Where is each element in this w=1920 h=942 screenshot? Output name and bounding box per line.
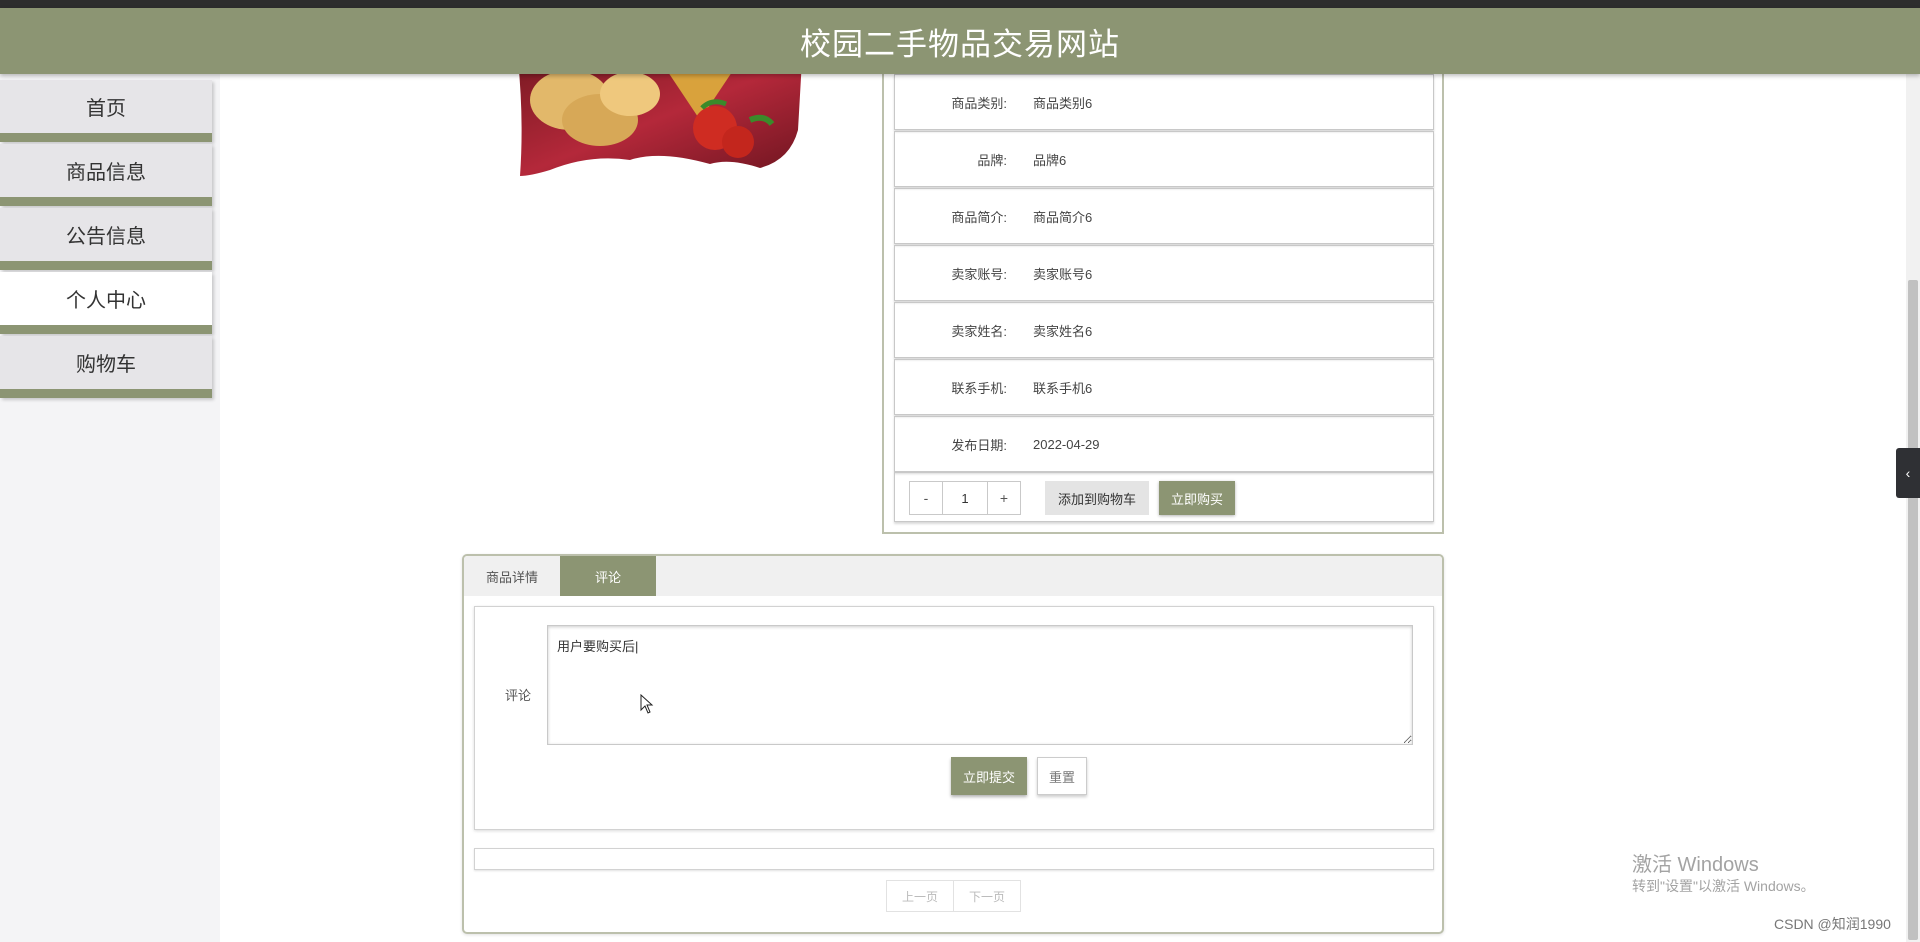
sidebar-item-label: 购物车 (76, 354, 136, 376)
reset-button[interactable]: 重置 (1037, 757, 1087, 795)
info-row-category: 商品类别: 商品类别6 (894, 74, 1434, 130)
sidebar-item-label: 个人中心 (66, 290, 146, 312)
tab-bar: 商品详情 评论 (464, 556, 1442, 596)
quantity-increase-button[interactable]: + (987, 481, 1021, 515)
potato-chips-bag-icon (518, 60, 802, 176)
info-value: 2022-04-29 (1033, 436, 1100, 452)
info-label: 卖家姓名: (951, 323, 1007, 339)
info-value: 卖家账号6 (1033, 266, 1093, 282)
sidebar-item-label: 首页 (86, 98, 126, 120)
info-row-publish-date: 发布日期: 2022-04-29 (894, 416, 1434, 472)
quantity-input[interactable] (943, 481, 987, 515)
side-panel-toggle[interactable]: ‹ (1896, 448, 1920, 498)
product-image (510, 60, 810, 180)
sidebar-item-announcements[interactable]: 公告信息 (0, 208, 212, 270)
sidebar: 首页 商品信息 公告信息 个人中心 购物车 (0, 74, 220, 942)
sidebar-item-home[interactable]: 首页 (0, 80, 212, 142)
submit-comment-button[interactable]: 立即提交 (951, 757, 1027, 795)
info-value: 商品简介6 (1033, 209, 1093, 225)
info-value: 卖家姓名6 (1033, 323, 1093, 339)
comment-textarea[interactable]: 用户要购买后| (547, 625, 1413, 745)
quantity-decrease-button[interactable]: - (909, 481, 943, 515)
info-label: 商品类别: (951, 95, 1007, 111)
info-row-summary: 商品简介: 商品简介6 (894, 188, 1434, 244)
tab-comments[interactable]: 评论 (560, 556, 656, 596)
info-value: 商品类别6 (1033, 95, 1093, 111)
info-label: 商品简介: (951, 209, 1007, 225)
info-row-seller-name: 卖家姓名: 卖家姓名6 (894, 302, 1434, 358)
info-row-seller-account: 卖家账号: 卖家账号6 (894, 245, 1434, 301)
comment-label: 评论 (505, 688, 532, 703)
site-title: 校园二手物品交易网站 (800, 26, 1120, 62)
sidebar-item-label: 商品信息 (66, 162, 146, 184)
info-label: 品牌: (977, 152, 1007, 168)
sidebar-item-cart[interactable]: 购物车 (0, 336, 212, 398)
sidebar-item-label: 公告信息 (66, 226, 146, 248)
prev-page-button[interactable]: 上一页 (886, 880, 954, 912)
next-page-button[interactable]: 下一页 (953, 880, 1021, 912)
top-window-strip (0, 0, 1920, 8)
windows-activation-subtitle: 转到"设置"以激活 Windows。 (1632, 878, 1815, 894)
mouse-cursor-icon (640, 694, 654, 714)
chevron-left-icon: ‹ (1905, 465, 1911, 481)
comment-form: 评论 用户要购买后| 立即提交 重置 (474, 606, 1434, 830)
add-to-cart-button[interactable]: 添加到购物车 (1045, 481, 1149, 515)
info-row-brand: 品牌: 品牌6 (894, 131, 1434, 187)
tab-product-details[interactable]: 商品详情 (464, 556, 560, 596)
scrollbar-thumb[interactable] (1908, 280, 1918, 940)
product-info-panel: 商品类别: 商品类别6 品牌: 品牌6 商品简介: 商品简介6 卖家账号: 卖家… (882, 60, 1444, 534)
product-tab-panel: 商品详情 评论 评论 用户要购买后| 立即提交 重置 上一页 下一页 (462, 554, 1444, 934)
comment-list (474, 848, 1434, 870)
info-value: 联系手机6 (1033, 380, 1093, 396)
buy-now-button[interactable]: 立即购买 (1159, 481, 1235, 515)
windows-activation-title: 激活 Windows (1632, 854, 1759, 876)
site-header: 校园二手物品交易网站 (0, 8, 1920, 74)
info-label: 联系手机: (951, 380, 1007, 396)
csdn-watermark: CSDN @知润1990 (1774, 916, 1891, 932)
info-label: 卖家账号: (951, 266, 1007, 282)
info-value: 品牌6 (1033, 152, 1067, 168)
sidebar-item-products[interactable]: 商品信息 (0, 144, 212, 206)
sidebar-item-personal-center[interactable]: 个人中心 (0, 272, 212, 334)
purchase-action-row: - + 添加到购物车 立即购买 (894, 472, 1434, 522)
info-label: 发布日期: (951, 437, 1007, 453)
info-row-phone: 联系手机: 联系手机6 (894, 359, 1434, 415)
